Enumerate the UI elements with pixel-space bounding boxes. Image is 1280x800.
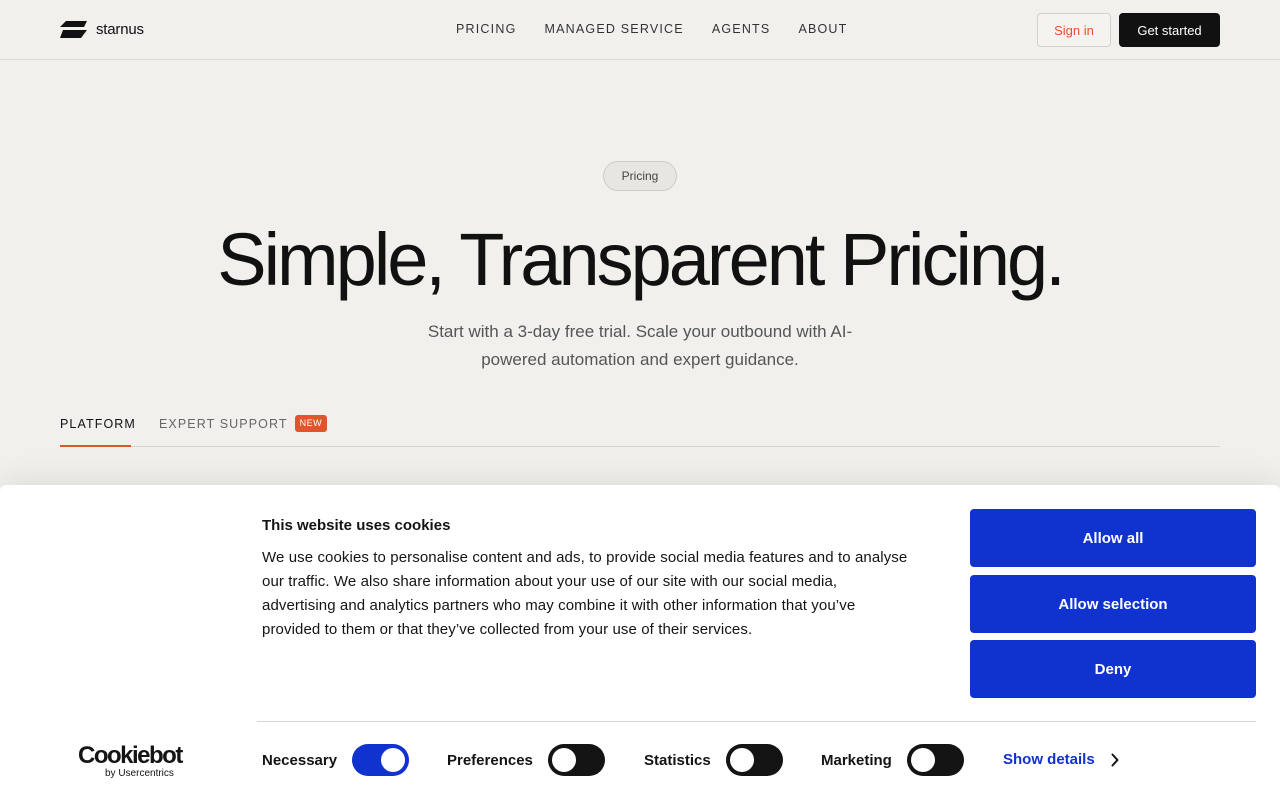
toggle-marketing-label: Marketing (821, 751, 892, 769)
main-nav: PRICING MANAGED SERVICE AGENTS ABOUT (456, 22, 848, 36)
switch-knob (551, 748, 576, 772)
pricing-tabs: PLATFORM EXPERT SUPPORT NEW (60, 405, 1220, 447)
toggle-necessary-label: Necessary (262, 751, 338, 769)
statistics-switch[interactable] (725, 744, 783, 776)
cookiebot-logo-subtext: by Usercentrics (105, 768, 174, 779)
show-details-link[interactable]: Show details (1003, 751, 1119, 768)
tab-expert-support-label: EXPERT SUPPORT (159, 417, 288, 431)
brand-logo[interactable]: starnus (60, 21, 144, 38)
deny-button[interactable]: Deny (970, 640, 1256, 698)
page-subtitle: Start with a 3-day free trial. Scale you… (427, 322, 853, 369)
switch-knob (910, 748, 935, 772)
page-title: Simple, Transparent Pricing. (217, 218, 1066, 301)
show-details-label: Show details (1003, 751, 1095, 768)
new-badge: NEW (294, 415, 328, 432)
cookie-title: This website uses cookies (262, 517, 451, 534)
switch-knob (381, 748, 406, 772)
cookie-divider (257, 721, 1256, 722)
cookie-description: We use cookies to personalise content an… (262, 549, 908, 638)
toggle-marketing: Marketing (821, 744, 964, 776)
nav-managed-service[interactable]: MANAGED SERVICE (545, 22, 684, 36)
cookiebot-logo-text: Cookiebot (78, 742, 183, 769)
toggle-necessary: Necessary (262, 744, 410, 776)
cookiebot-logo[interactable]: Cookiebot by Usercentrics (78, 742, 183, 780)
toggle-statistics: Statistics (644, 744, 783, 776)
starnus-logo-icon (60, 21, 87, 38)
preferences-switch[interactable] (547, 744, 605, 776)
get-started-button[interactable]: Get started (1119, 13, 1220, 47)
sign-in-button[interactable]: Sign in (1037, 13, 1111, 47)
toggle-preferences: Preferences (447, 744, 605, 776)
nav-about[interactable]: ABOUT (798, 22, 847, 36)
top-navigation-bar: starnus PRICING MANAGED SERVICE AGENTS A… (0, 0, 1280, 60)
allow-all-button[interactable]: Allow all (970, 509, 1256, 567)
brand-name: starnus (96, 21, 144, 38)
tab-expert-support[interactable]: EXPERT SUPPORT NEW (159, 415, 328, 447)
cookie-consent-banner: This website uses cookies We use cookies… (0, 485, 1280, 800)
marketing-switch[interactable] (906, 744, 964, 776)
tab-platform[interactable]: PLATFORM (60, 417, 135, 447)
section-pill: Pricing (603, 161, 677, 191)
switch-knob (729, 748, 754, 772)
toggle-statistics-label: Statistics (644, 751, 711, 769)
necessary-switch[interactable] (352, 744, 410, 776)
allow-selection-button[interactable]: Allow selection (970, 575, 1256, 633)
tab-platform-label: PLATFORM (60, 417, 136, 431)
toggle-preferences-label: Preferences (447, 751, 533, 769)
nav-pricing[interactable]: PRICING (456, 22, 517, 36)
nav-agents[interactable]: AGENTS (712, 22, 771, 36)
chevron-right-icon (1111, 753, 1119, 766)
